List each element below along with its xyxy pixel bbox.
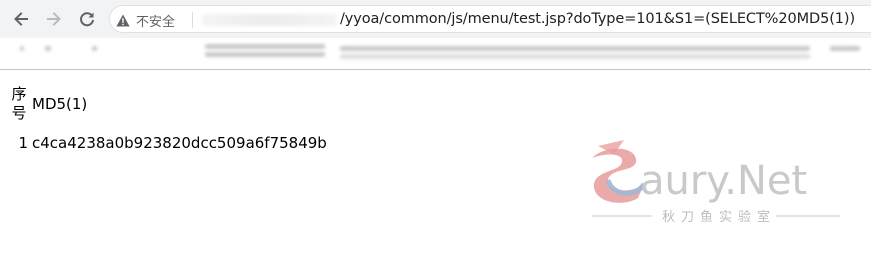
blurred-bookmark[interactable] <box>20 46 24 51</box>
address-bar[interactable]: 不安全 /yyoa/common/js/menu/test.jsp?doType… <box>109 5 871 33</box>
warning-icon <box>116 14 130 26</box>
chip-divider <box>192 12 193 28</box>
blurred-bookmark[interactable] <box>340 46 810 51</box>
watermark-brand: aury.Net <box>640 158 807 204</box>
watermark: aury.Net 秋刀鱼实验室 <box>592 140 840 225</box>
security-label: 不安全 <box>136 14 176 30</box>
reload-button[interactable] <box>75 7 99 31</box>
blurred-bookmark[interactable] <box>830 46 860 51</box>
table-header-row: 序号 MD5(1) <box>8 84 329 124</box>
security-chip[interactable]: 不安全 <box>116 10 175 30</box>
forward-button[interactable] <box>42 7 66 31</box>
table-row: 1 c4ca4238a0b923820dcc509a6f75849b <box>8 124 329 152</box>
blurred-bookmark[interactable] <box>340 54 810 59</box>
cell-index: 1 <box>18 134 28 152</box>
blurred-bookmark[interactable] <box>45 46 51 51</box>
header-index: 序号 <box>11 85 27 122</box>
result-table: 序号 MD5(1) 1 c4ca4238a0b923820dcc509a6f75… <box>8 84 329 152</box>
back-button[interactable] <box>9 7 33 31</box>
blurred-bookmark[interactable] <box>92 46 97 51</box>
header-md5: MD5(1) <box>32 95 88 113</box>
blurred-bookmark[interactable] <box>205 52 325 57</box>
blurred-bookmark[interactable] <box>205 44 325 49</box>
url-text[interactable]: /yyoa/common/js/menu/test.jsp?doType=101… <box>340 11 855 27</box>
bookmarks-bar <box>0 38 871 70</box>
cell-md5: c4ca4238a0b923820dcc509a6f75849b <box>32 134 327 152</box>
redacted-host <box>202 14 337 26</box>
forward-arrow-icon <box>47 12 61 26</box>
back-arrow-icon <box>14 12 28 26</box>
saury-logo-icon <box>592 140 647 203</box>
watermark-subtitle: 秋刀鱼实验室 <box>662 209 776 225</box>
reload-icon <box>80 12 94 27</box>
browser-toolbar: 不安全 /yyoa/common/js/menu/test.jsp?doType… <box>0 0 871 38</box>
